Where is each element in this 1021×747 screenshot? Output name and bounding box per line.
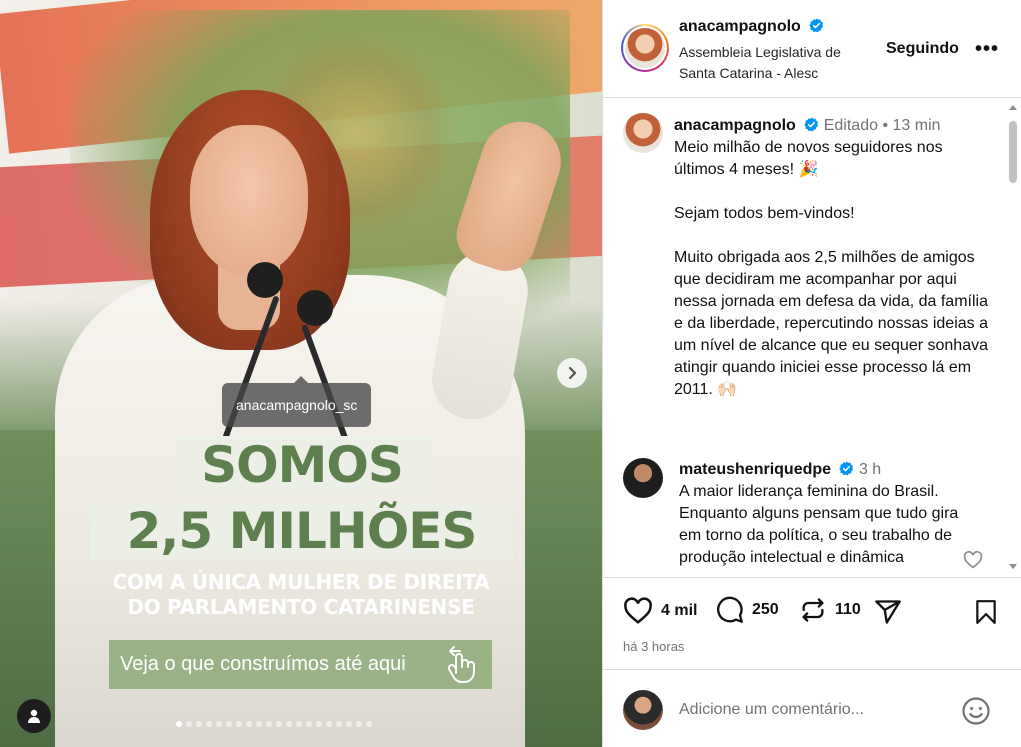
carousel-dot: [176, 721, 182, 727]
cta-banner: Veja o que construímos até aqui: [109, 640, 492, 689]
carousel-dot: [266, 721, 272, 727]
like-action[interactable]: 4 mil: [623, 596, 697, 626]
post-header: anacampagnolo Assembleia Legislativa de …: [603, 0, 1021, 98]
caption-paragraph: Muito obrigada aos 2,5 milhões de amigos…: [674, 249, 988, 398]
post-location[interactable]: Assembleia Legislativa de Santa Catarina…: [679, 42, 869, 84]
carousel-dot: [286, 721, 292, 727]
current-user-avatar: [623, 690, 663, 730]
carousel-next-button[interactable]: [557, 358, 587, 388]
carousel-dot: [306, 721, 312, 727]
carousel-dot: [366, 721, 372, 727]
carousel-indicator: [176, 721, 372, 727]
author-username[interactable]: anacampagnolo: [679, 18, 801, 35]
repost-count[interactable]: 110: [835, 601, 861, 619]
user-icon: [28, 709, 40, 723]
chevron-right-icon: [568, 366, 577, 380]
carousel-dot: [346, 721, 352, 727]
following-button[interactable]: Seguindo: [886, 40, 959, 58]
post-age[interactable]: há 3 horas: [623, 639, 684, 654]
cta-text: Veja o que construímos até aqui: [120, 653, 406, 675]
verified-badge-icon: [804, 117, 819, 132]
comments-scrollbar[interactable]: [1007, 99, 1019, 577]
carousel-dot: [276, 721, 282, 727]
comment-input[interactable]: [679, 701, 949, 719]
carousel-dot: [246, 721, 252, 727]
headline-line-2: 2,5 MILHÕES: [90, 502, 513, 560]
user-tag-label[interactable]: anacampagnolo_sc: [222, 376, 372, 427]
post-details-panel: anacampagnolo Assembleia Legislativa de …: [602, 0, 1021, 747]
headline-line-1: SOMOS: [173, 436, 431, 494]
verified-badge-icon: [809, 18, 824, 33]
carousel-dot: [296, 721, 302, 727]
post-media[interactable]: SOMOS 2,5 MILHÕES COM A ÚNICA MULHER DE …: [0, 0, 602, 747]
carousel-dot: [206, 721, 212, 727]
tagged-users-button[interactable]: [17, 699, 51, 733]
commenter-username[interactable]: mateushenriquedpe: [679, 461, 831, 478]
comment-text: A maior liderança feminina do Brasil. En…: [679, 483, 959, 566]
heart-icon[interactable]: [623, 596, 653, 626]
comment-item: mateushenriquedpe 3 h A maior liderança …: [679, 459, 969, 569]
subheadline-line-1: COM A ÚNICA MULHER DE DIREITA: [112, 570, 490, 594]
share-paper-plane-icon[interactable]: [873, 598, 903, 626]
emoji-icon[interactable]: [961, 696, 991, 726]
carousel-dot: [336, 721, 342, 727]
author-avatar[interactable]: [621, 24, 669, 72]
carousel-dot: [326, 721, 332, 727]
more-options-button[interactable]: •••: [975, 38, 999, 61]
comment-count[interactable]: 250: [752, 601, 779, 619]
carousel-dot: [316, 721, 322, 727]
carousel-dot: [226, 721, 232, 727]
caption-timestamp[interactable]: 13 min: [893, 117, 941, 134]
caption-paragraph: Meio milhão de novos seguidores nos últi…: [674, 139, 943, 178]
repost-icon[interactable]: [799, 596, 827, 624]
meta-separator: •: [882, 117, 889, 134]
commenter-avatar[interactable]: [623, 458, 663, 498]
carousel-dot: [216, 721, 222, 727]
like-comment-heart-icon[interactable]: [963, 550, 983, 570]
edited-label: Editado: [823, 117, 878, 134]
comment-timestamp[interactable]: 3 h: [859, 461, 881, 478]
carousel-dot: [236, 721, 242, 727]
add-comment-bar: [603, 671, 1021, 747]
post-caption: anacampagnolo Editado • 13 min Meio milh…: [674, 115, 994, 401]
swipe-hand-icon: [447, 646, 475, 683]
carousel-dot: [256, 721, 262, 727]
microphone: [297, 290, 333, 326]
caption-paragraph: Sejam todos bem-vindos!: [674, 205, 855, 222]
verified-badge-icon: [839, 461, 854, 476]
scroll-thumb[interactable]: [1009, 121, 1017, 183]
carousel-dot: [196, 721, 202, 727]
like-count[interactable]: 4 mil: [661, 602, 697, 620]
scroll-down-arrow-icon[interactable]: [1009, 564, 1017, 569]
caption-author-avatar[interactable]: [623, 113, 663, 153]
caption-author-username[interactable]: anacampagnolo: [674, 117, 796, 134]
comments-section[interactable]: anacampagnolo Editado • 13 min Meio milh…: [603, 99, 1021, 577]
person-face: [190, 125, 308, 275]
carousel-dot: [186, 721, 192, 727]
microphone: [247, 262, 283, 298]
carousel-dot: [356, 721, 362, 727]
comment-action[interactable]: 250: [716, 596, 779, 624]
subheadline-line-2: DO PARLAMENTO CATARINENSE: [127, 595, 475, 619]
bookmark-icon[interactable]: [973, 598, 999, 626]
post-actions-bar: 4 mil 250 110 há 3 horas: [603, 577, 1021, 670]
comment-bubble-icon[interactable]: [716, 596, 744, 624]
scroll-up-arrow-icon[interactable]: [1009, 105, 1017, 110]
repost-action[interactable]: 110: [799, 596, 861, 624]
